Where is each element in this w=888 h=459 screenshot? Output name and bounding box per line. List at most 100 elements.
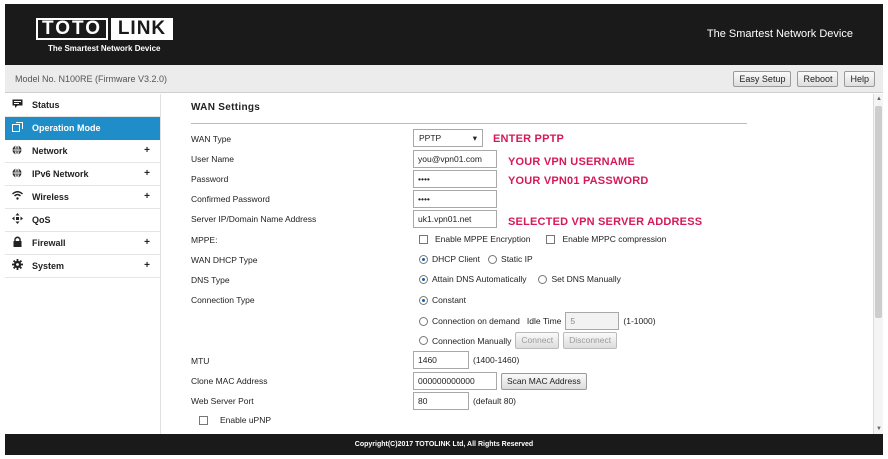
enable-mppe-label: Enable MPPE Encryption	[435, 234, 531, 244]
constant-label: Constant	[432, 295, 467, 305]
status-icon	[11, 99, 23, 111]
sidebar-item-firewall[interactable]: Firewall +	[5, 232, 160, 255]
model-number: Model No. N100RE (Firmware V3.2.0)	[15, 74, 168, 84]
sidebar-item-system[interactable]: System +	[5, 255, 160, 278]
disconnect-button[interactable]: Disconnect	[563, 332, 618, 349]
sidebar-item-label: Firewall	[32, 238, 66, 248]
web-port-default: (default 80)	[473, 396, 516, 406]
password-field	[413, 170, 497, 188]
page-title: WAN Settings	[191, 102, 261, 113]
set-dns-label: Set DNS Manually	[551, 274, 621, 284]
dhcp-client-radio[interactable]	[419, 254, 428, 264]
wan-dhcp-type-label: WAN DHCP Type	[191, 255, 258, 265]
static-ip-label: Static IP	[501, 254, 533, 264]
enable-mppe-checkbox[interactable]	[419, 234, 428, 244]
vertical-scrollbar[interactable]: ▲ ▼	[873, 94, 883, 434]
sidebar-item-network[interactable]: Network +	[5, 140, 160, 163]
sidebar-nav: Status Operation Mode Network + IPv6 Net…	[5, 94, 161, 434]
expand-plus-icon: +	[144, 145, 150, 156]
help-button[interactable]: Help	[844, 71, 875, 87]
server-input[interactable]	[413, 210, 497, 228]
web-port-input[interactable]	[413, 392, 469, 410]
sidebar-item-label: Operation Mode	[32, 123, 101, 133]
wan-type-field: PPTP ▾	[413, 129, 483, 147]
sidebar-item-ipv6-network[interactable]: IPv6 Network +	[5, 163, 160, 186]
clone-mac-input[interactable]	[413, 372, 497, 390]
connection-type-label: Connection Type	[191, 295, 255, 305]
sidebar-item-wireless[interactable]: Wireless +	[5, 186, 160, 209]
web-port-label: Web Server Port	[191, 396, 254, 406]
mppe-label: MPPE:	[191, 235, 218, 245]
clone-mac-field: Scan MAC Address	[413, 372, 587, 390]
sidebar-item-label: System	[32, 261, 65, 271]
connect-button[interactable]: Connect	[515, 332, 560, 349]
mtu-input[interactable]	[413, 351, 469, 369]
sidebar-item-label: Wireless	[32, 192, 69, 202]
sidebar-item-label: Network	[32, 146, 68, 156]
wan-dhcp-type-options: DHCP Client Static IP	[419, 254, 533, 264]
manually-radio[interactable]	[419, 336, 428, 345]
operation-mode-icon	[11, 121, 23, 135]
wan-type-label: WAN Type	[191, 134, 232, 144]
upnp-option: Enable uPNP	[199, 415, 271, 425]
enable-mppc-label: Enable MPPC compression	[562, 234, 667, 244]
on-demand-radio[interactable]	[419, 316, 428, 326]
static-ip-radio[interactable]	[488, 254, 498, 264]
mtu-field: (1400-1460)	[413, 351, 519, 369]
logo-tagline: The Smartest Network Device	[48, 44, 161, 53]
manually-label: Connection Manually	[432, 335, 512, 346]
wan-type-select[interactable]: PPTP ▾	[413, 129, 483, 147]
dhcp-client-label: DHCP Client	[432, 254, 481, 264]
on-demand-label: Connection on demand	[432, 316, 520, 326]
mtu-range: (1400-1460)	[473, 355, 520, 365]
scrollbar-thumb[interactable]	[875, 106, 882, 318]
globe-icon	[11, 167, 23, 181]
scan-mac-button[interactable]: Scan MAC Address	[501, 372, 587, 390]
enable-upnp-checkbox[interactable]	[199, 415, 208, 425]
password-input[interactable]	[413, 170, 497, 188]
mppe-options: Enable MPPE Encryption Enable MPPC compr…	[419, 234, 666, 244]
enable-mppc-checkbox[interactable]	[546, 234, 556, 244]
header-bar: TOTO LINK The Smartest Network Device Th…	[5, 4, 883, 65]
sidebar-item-label: IPv6 Network	[32, 169, 89, 179]
connection-constant-option: Constant	[419, 295, 466, 305]
user-name-field	[413, 150, 497, 168]
idle-time-range: (1-1000)	[623, 316, 656, 326]
annotation-password: YOUR VPN01 PASSWORD	[508, 175, 649, 187]
constant-radio[interactable]	[419, 295, 428, 305]
idle-time-label: Idle Time	[526, 316, 562, 326]
set-dns-radio[interactable]	[538, 274, 548, 284]
sidebar-item-qos[interactable]: QoS	[5, 209, 160, 232]
password-label: Password	[191, 174, 229, 184]
wan-type-value: PPTP	[419, 133, 442, 143]
user-name-input[interactable]	[413, 150, 497, 168]
attain-dns-radio[interactable]	[419, 274, 428, 284]
sidebar-item-operation-mode[interactable]: Operation Mode	[5, 117, 160, 140]
logo-left-text: TOTO	[36, 18, 108, 40]
totolink-logo: TOTO LINK The Smartest Network Device	[36, 18, 173, 53]
confirmed-password-input[interactable]	[413, 190, 497, 208]
scroll-down-arrow-icon[interactable]: ▼	[876, 426, 882, 432]
enable-upnp-label: Enable uPNP	[220, 415, 272, 425]
sidebar-item-status[interactable]: Status	[5, 94, 160, 117]
gear-icon	[11, 259, 23, 273]
annotation-server: SELECTED VPN SERVER ADDRESS	[508, 216, 703, 228]
wan-settings-panel: WAN Settings WAN Type PPTP ▾ ENTER PPTP …	[161, 94, 873, 434]
scroll-up-arrow-icon[interactable]: ▲	[876, 96, 882, 102]
chevron-down-icon: ▾	[472, 132, 477, 143]
expand-plus-icon: +	[144, 237, 150, 248]
header-slogan: The Smartest Network Device	[706, 28, 853, 40]
user-name-label: User Name	[191, 154, 234, 164]
sidebar-item-label: QoS	[32, 215, 51, 225]
title-divider	[191, 123, 747, 124]
easy-setup-button[interactable]: Easy Setup	[733, 71, 792, 87]
expand-plus-icon: +	[144, 260, 150, 271]
clone-mac-label: Clone MAC Address	[191, 376, 268, 386]
footer-copyright: Copyright(C)2017 TOTOLINK Ltd, All Right…	[5, 434, 883, 455]
mtu-label: MTU	[191, 356, 210, 366]
server-field	[413, 210, 497, 228]
reboot-button[interactable]: Reboot	[797, 71, 839, 87]
web-port-field: (default 80)	[413, 392, 516, 410]
idle-time-input[interactable]	[565, 312, 620, 330]
sidebar-item-label: Status	[32, 100, 60, 110]
